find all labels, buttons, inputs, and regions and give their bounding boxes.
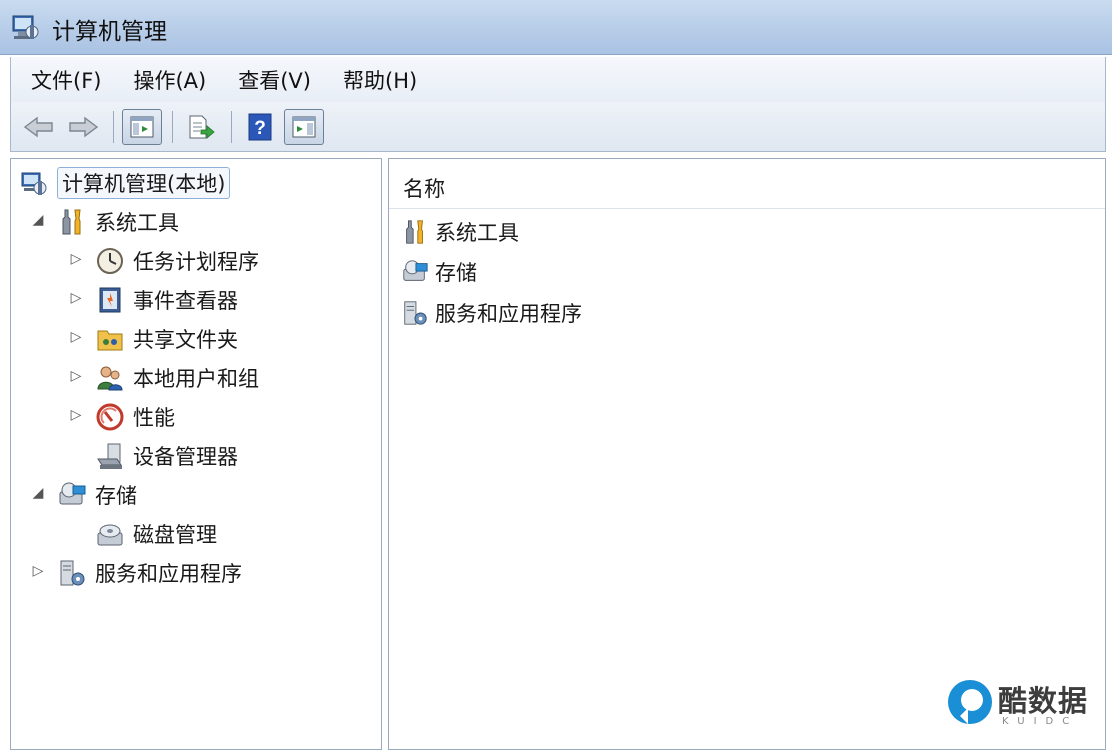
computer-management-window: 计算机管理 文件(F) 操作(A) 查看(V) 帮助(H) ? 计算机管理(本地… [0, 0, 1112, 750]
export-list-icon [189, 115, 215, 139]
performance-gauge-icon [96, 403, 124, 431]
tools-icon [62, 209, 81, 235]
list-item-label: 系统工具 [435, 221, 519, 245]
help-button[interactable]: ? [240, 109, 280, 145]
computer-management-icon [21, 172, 47, 195]
menu-view[interactable]: 查看(V) [238, 65, 311, 95]
tree-item-label: 共享文件夹 [133, 328, 238, 352]
title-bar: 计算机管理 [0, 0, 1112, 55]
shared-folder-icon [97, 330, 123, 351]
clock-icon [97, 248, 123, 274]
toolbar-separator [113, 110, 114, 143]
column-header-label: 名称 [403, 177, 445, 201]
tree-item-label: 设备管理器 [133, 445, 238, 469]
watermark-subtext: KUIDC [1002, 716, 1079, 727]
tree-item-label: 系统工具 [95, 211, 179, 235]
details-pane: 名称 系统工具 存储 服务和应用程序 [388, 158, 1106, 750]
list-item-label: 存储 [435, 261, 477, 285]
window-title: 计算机管理 [52, 19, 167, 45]
storage-icon [59, 482, 86, 505]
tree-item-device-manager[interactable]: 设备管理器 [95, 438, 238, 474]
svg-text:?: ? [254, 118, 266, 139]
watermark-brand: 酷数据 [998, 684, 1089, 718]
list-item-system-tools[interactable]: 系统工具 [401, 214, 519, 250]
users-icon [97, 366, 123, 391]
collapsed-arrow-icon[interactable]: ▷ [31, 563, 45, 579]
export-list-button[interactable] [181, 109, 221, 145]
back-arrow-icon [23, 116, 53, 137]
list-item-services-applications[interactable]: 服务和应用程序 [401, 295, 582, 331]
tree-item-event-viewer[interactable]: 事件查看器 [95, 282, 238, 318]
collapsed-arrow-icon[interactable]: ▷ [69, 329, 83, 345]
tree-item-computer-management-local[interactable]: 计算机管理(本地) [19, 165, 231, 201]
show-action-pane-icon [292, 116, 316, 137]
tree-item-system-tools[interactable]: 系统工具 [57, 204, 179, 240]
menu-bar: 文件(F) 操作(A) 查看(V) 帮助(H) [10, 57, 1106, 102]
tree-item-label: 服务和应用程序 [95, 562, 242, 586]
tree-item-local-users-groups[interactable]: 本地用户和组 [95, 360, 259, 396]
tree-item-label: 任务计划程序 [133, 250, 259, 274]
tree-item-performance[interactable]: 性能 [95, 399, 175, 435]
tools-icon [406, 220, 423, 244]
show-console-tree-icon [130, 116, 154, 137]
expanded-arrow-icon[interactable]: ◢ [31, 485, 45, 501]
tree-item-disk-management[interactable]: 磁盘管理 [95, 516, 217, 552]
show-action-pane-button[interactable] [284, 108, 324, 145]
device-manager-icon [97, 443, 122, 469]
collapsed-arrow-icon[interactable]: ▷ [69, 251, 83, 267]
column-header-name[interactable]: 名称 [389, 159, 1105, 209]
console-tree-pane: 计算机管理(本地) ◢ 系统工具 ▷ 任务计划程序 ▷ 事件查看器 ▷ 共享文件… [10, 158, 382, 750]
expanded-arrow-icon[interactable]: ◢ [31, 212, 45, 228]
event-viewer-icon [99, 287, 121, 313]
tree-item-label: 存储 [95, 484, 137, 508]
menu-file[interactable]: 文件(F) [31, 65, 101, 95]
list-item-label: 服务和应用程序 [435, 302, 582, 326]
help-icon: ? [248, 113, 272, 140]
toolbar-separator [231, 110, 232, 143]
tree-item-services-applications[interactable]: 服务和应用程序 [57, 555, 242, 591]
back-button[interactable] [19, 109, 59, 145]
tree-item-task-scheduler[interactable]: 任务计划程序 [95, 243, 259, 279]
collapsed-arrow-icon[interactable]: ▷ [69, 407, 83, 423]
forward-button[interactable] [63, 109, 103, 145]
collapsed-arrow-icon[interactable]: ▷ [69, 290, 83, 306]
tree-item-label: 本地用户和组 [133, 367, 259, 391]
disk-management-icon [97, 524, 123, 546]
watermark-logo: 酷数据 KUIDC [946, 676, 1096, 736]
tree-item-shared-folders[interactable]: 共享文件夹 [95, 321, 238, 357]
menu-help[interactable]: 帮助(H) [343, 65, 417, 95]
tree-item-label: 性能 [133, 406, 175, 430]
tree-item-label: 磁盘管理 [133, 523, 217, 547]
services-icon [404, 301, 427, 325]
toolbar-separator [172, 110, 173, 143]
list-item-storage[interactable]: 存储 [401, 254, 477, 290]
tree-item-label: 事件查看器 [133, 289, 238, 313]
menu-action[interactable]: 操作(A) [133, 65, 206, 95]
tree-item-label: 计算机管理(本地) [57, 167, 231, 199]
forward-arrow-icon [69, 116, 99, 137]
services-icon [60, 560, 85, 586]
watermark-logo-icon [948, 680, 992, 724]
tree-item-storage[interactable]: 存储 [57, 477, 137, 513]
collapsed-arrow-icon[interactable]: ▷ [69, 368, 83, 384]
toolbar: ? [10, 102, 1106, 152]
show-console-tree-button[interactable] [122, 108, 162, 145]
storage-icon [403, 260, 428, 281]
computer-management-icon [12, 15, 39, 39]
